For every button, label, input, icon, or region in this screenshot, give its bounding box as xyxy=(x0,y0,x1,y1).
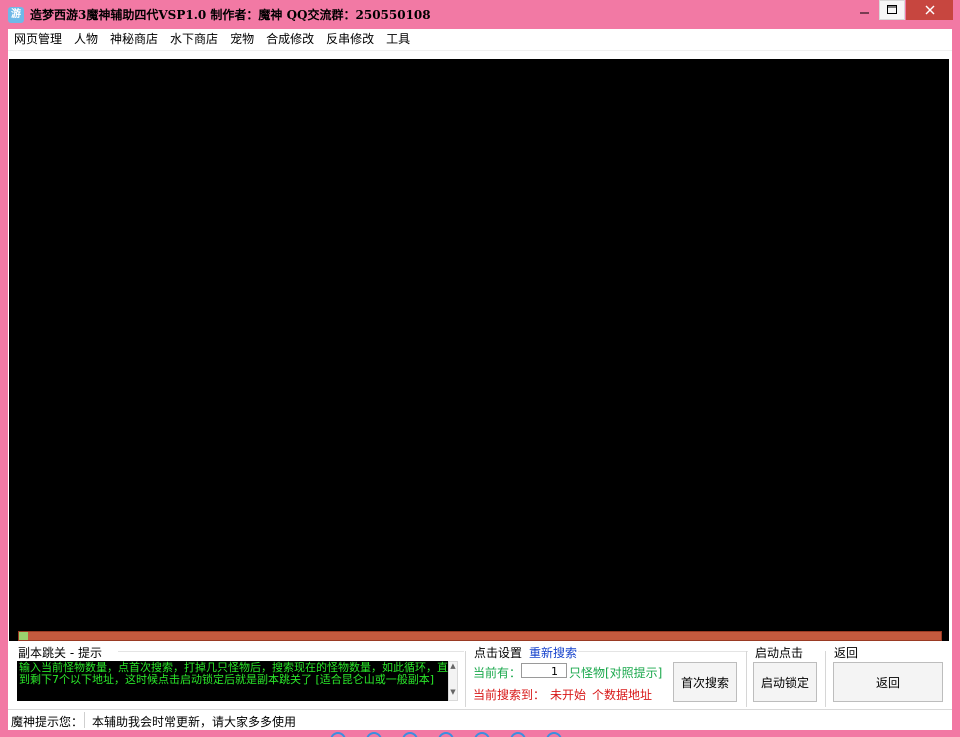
menu-underwater-shop[interactable]: 水下商店 xyxy=(164,29,224,50)
menu-mystery-shop[interactable]: 神秘商店 xyxy=(104,29,164,50)
scroll-up-icon[interactable]: ▲ xyxy=(449,662,457,670)
scroll-down-icon[interactable]: ▼ xyxy=(449,688,457,696)
progress-fill xyxy=(19,632,29,640)
click-group-line xyxy=(578,651,748,652)
maximize-button[interactable] xyxy=(879,0,905,20)
status-label: 魔神提示您： xyxy=(11,715,84,729)
divider-2 xyxy=(746,651,747,707)
start-lock-button[interactable]: 启动锁定 xyxy=(753,662,817,702)
close-button[interactable] xyxy=(906,0,953,20)
first-search-button[interactable]: 首次搜索 xyxy=(673,662,737,702)
progress-bar xyxy=(18,631,942,641)
close-icon xyxy=(925,5,934,15)
monster-count-input[interactable]: 1 xyxy=(521,663,567,678)
start-section-title: 启动点击 xyxy=(755,646,804,660)
status-bar: 魔神提示您： 本辅助我会时常更新，请大家多多使用 xyxy=(8,709,952,730)
menu-tools[interactable]: 工具 xyxy=(380,29,416,50)
game-view[interactable] xyxy=(9,59,949,641)
maximize-icon xyxy=(887,5,897,14)
menu-web-manage[interactable]: 网页管理 xyxy=(8,29,68,50)
status-message: 本辅助我会时常更新，请大家多多使用 xyxy=(92,715,297,729)
status-divider xyxy=(84,712,85,728)
tip-scrollbar[interactable]: ▲ ▼ xyxy=(448,661,458,701)
back-section-title: 返回 xyxy=(834,646,859,660)
menu-character[interactable]: 人物 xyxy=(68,29,104,50)
jump-group-line xyxy=(118,651,464,652)
jump-section-title: 副本跳关 - 提示 xyxy=(18,646,102,660)
window-title: 造梦西游3魔神辅助四代VSP1.0 制作者：魔神 QQ交流群：250550108 xyxy=(30,8,431,22)
back-button[interactable]: 返回 xyxy=(833,662,943,702)
menu-pet[interactable]: 宠物 xyxy=(224,29,260,50)
click-section-title: 点击设置 xyxy=(474,646,523,660)
found-label: 当前搜索到： xyxy=(473,688,546,702)
minimize-button[interactable] xyxy=(852,0,878,20)
current-count-label: 当前有： xyxy=(473,666,522,680)
menu-reverse[interactable]: 反串修改 xyxy=(320,29,380,50)
research-link[interactable]: 重新搜索 xyxy=(529,644,577,661)
found-suffix: 个数据地址 xyxy=(592,688,653,702)
menu-synthesis[interactable]: 合成修改 xyxy=(260,29,320,50)
found-value: 未开始 xyxy=(550,688,587,702)
menu-bar: 网页管理 人物 神秘商店 水下商店 宠物 合成修改 反串修改 工具 xyxy=(8,29,952,51)
title-bar[interactable]: 游 造梦西游3魔神辅助四代VSP1.0 制作者：魔神 QQ交流群：2505501… xyxy=(0,0,960,29)
divider-1 xyxy=(465,651,466,707)
bottom-overflow-decoration xyxy=(330,729,630,737)
monster-label: 只怪物[对照提示] xyxy=(569,666,663,680)
divider-3 xyxy=(825,651,826,707)
app-icon: 游 xyxy=(8,7,24,23)
tip-textarea[interactable]: 输入当前怪物数量，点首次搜索，打掉几只怪物后，搜索现在的怪物数量，如此循环，直到… xyxy=(17,661,453,701)
minimize-icon xyxy=(860,12,869,14)
client-area: 网页管理 人物 神秘商店 水下商店 宠物 合成修改 反串修改 工具 副本跳关 -… xyxy=(8,29,952,730)
